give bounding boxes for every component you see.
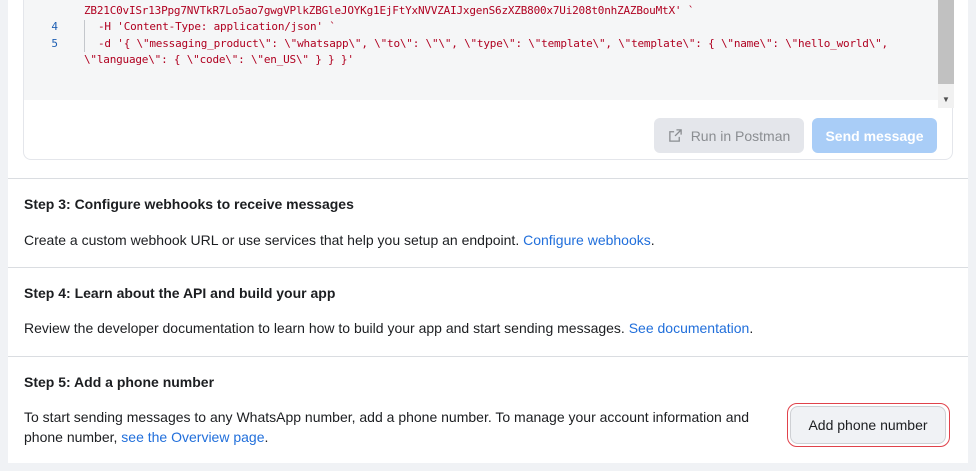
line-number-5: 5 xyxy=(51,37,58,50)
run-in-postman-button[interactable]: Run in Postman xyxy=(654,118,804,153)
main-card: ZB21C0vISr13Ppg7NVTkR7Lo5ao7gwgVPlkZBGle… xyxy=(8,0,968,463)
step-3-title: Step 3: Configure webhooks to receive me… xyxy=(24,196,354,212)
run-in-postman-label: Run in Postman xyxy=(690,127,791,144)
step-4-description: Review the developer documentation to le… xyxy=(24,320,754,336)
step-3-description: Create a custom webhook URL or use servi… xyxy=(24,232,655,248)
configure-webhooks-link[interactable]: Configure webhooks xyxy=(523,232,651,248)
line-number-4: 4 xyxy=(51,20,58,33)
focus-highlight xyxy=(787,403,950,447)
send-message-button[interactable]: Send message xyxy=(812,118,937,153)
step-5-title: Step 5: Add a phone number xyxy=(24,374,215,390)
see-documentation-link[interactable]: See documentation xyxy=(629,320,750,336)
triangle-down-icon[interactable]: ▼ xyxy=(938,92,954,108)
step-3-section: Step 3: Configure webhooks to receive me… xyxy=(8,178,968,267)
step-4-title: Step 4: Learn about the API and build yo… xyxy=(24,285,336,301)
overview-page-link[interactable]: see the Overview page xyxy=(121,429,264,445)
external-link-icon xyxy=(668,129,682,142)
code-line-5: -d '{ \"messaging_product\": \"whatsapp\… xyxy=(98,37,888,50)
code-line-3: ZB21C0vISr13Ppg7NVTkR7Lo5ao7gwgVPlkZBGle… xyxy=(84,4,695,17)
scrollbar-thumb[interactable] xyxy=(938,0,954,84)
code-sample-panel: ZB21C0vISr13Ppg7NVTkR7Lo5ao7gwgVPlkZBGle… xyxy=(23,0,954,160)
indent-guide xyxy=(84,20,85,52)
code-line-4: -H 'Content-Type: application/json' ` xyxy=(98,20,336,33)
step-5-description: To start sending messages to any WhatsAp… xyxy=(24,409,750,445)
code-editor[interactable]: ZB21C0vISr13Ppg7NVTkR7Lo5ao7gwgVPlkZBGle… xyxy=(24,0,938,100)
step-4-section: Step 4: Learn about the API and build yo… xyxy=(8,267,968,356)
code-line-5-wrap: \"language\": { \"code\": \"en_US\" } } … xyxy=(84,53,354,66)
